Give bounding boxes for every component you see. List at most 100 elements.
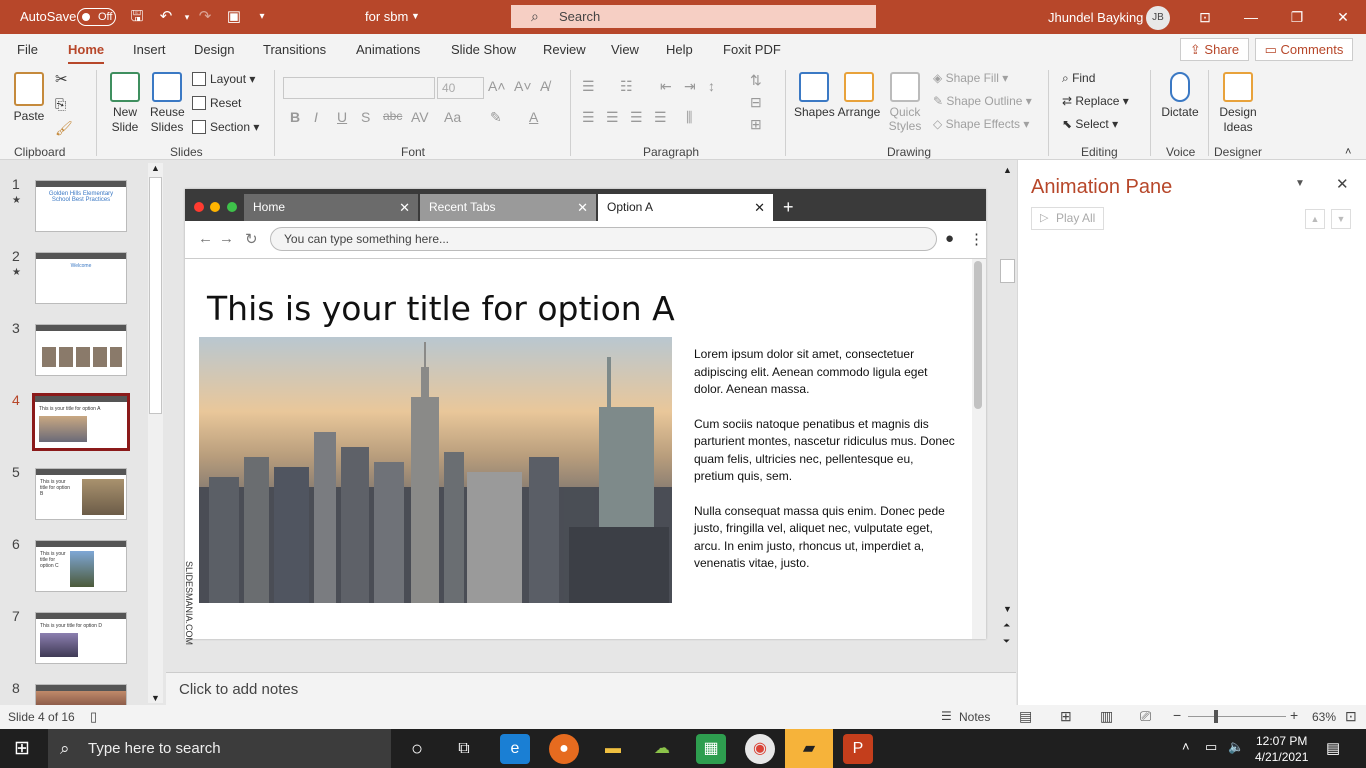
- spreadsheet-app-icon[interactable]: ▦: [696, 734, 726, 764]
- paste-button[interactable]: Paste: [12, 72, 46, 124]
- smartart-icon[interactable]: ⊞: [750, 116, 762, 133]
- next-slide-icon[interactable]: ⏷: [1003, 636, 1010, 647]
- columns-icon[interactable]: ⫼: [686, 109, 692, 126]
- notes-pane[interactable]: Click to add notes: [166, 672, 1016, 705]
- quick-styles-button[interactable]: Quick Styles: [884, 72, 926, 133]
- zoom-level[interactable]: 63%: [1312, 710, 1336, 724]
- section-button[interactable]: Section ▾: [192, 117, 259, 137]
- italic-icon[interactable]: I: [314, 109, 318, 125]
- shape-effects-button[interactable]: ◇ Shape Effects ▾: [933, 114, 1029, 134]
- tab-close-icon[interactable]: ✕: [577, 194, 588, 221]
- change-case-icon[interactable]: Aa: [444, 109, 461, 125]
- slide-canvas[interactable]: Home ✕ Recent Tabs ✕ Option A ✕ + ← → ↻ You…: [184, 189, 986, 645]
- notes-icon[interactable]: ☰: [941, 709, 952, 723]
- tab-insert[interactable]: Insert: [133, 42, 166, 57]
- select-button[interactable]: ⬉ Select ▾: [1062, 114, 1118, 134]
- font-color-icon[interactable]: A: [529, 109, 538, 125]
- present-icon[interactable]: ▣: [223, 6, 245, 28]
- tab-file[interactable]: File: [17, 42, 38, 57]
- slideshow-icon[interactable]: ⎚: [1140, 708, 1151, 725]
- align-text-icon[interactable]: ⊟: [750, 94, 762, 111]
- collapse-ribbon-icon[interactable]: ˄: [1345, 142, 1351, 162]
- find-button[interactable]: ⌕ Find: [1062, 68, 1095, 88]
- font-name-input[interactable]: [283, 77, 435, 99]
- replace-button[interactable]: ⇄ Replace ▾: [1062, 91, 1129, 111]
- line-spacing-icon[interactable]: ↕: [708, 78, 715, 94]
- shape-outline-button[interactable]: ✎ Shape Outline ▾: [933, 91, 1032, 111]
- volume-icon[interactable]: 🔈: [1228, 739, 1244, 755]
- browser-tab-recent[interactable]: Recent Tabs ✕: [420, 194, 596, 221]
- sticky-notes-icon[interactable]: ▰: [785, 729, 833, 768]
- scroll-up-icon[interactable]: ▲: [151, 163, 160, 173]
- task-view-icon[interactable]: ⧉: [449, 734, 479, 764]
- slide-thumbnail[interactable]: [35, 324, 127, 376]
- format-painter-icon[interactable]: 🖌: [55, 118, 73, 138]
- dictate-button[interactable]: Dictate: [1158, 72, 1202, 120]
- browser-tab-option-a[interactable]: Option A ✕: [598, 194, 773, 221]
- minimize-icon[interactable]: —: [1228, 0, 1274, 34]
- notification-icon[interactable]: ▤: [1326, 739, 1340, 757]
- slide-thumbnail-active[interactable]: This is your title for option A: [32, 393, 130, 451]
- tab-review[interactable]: Review: [543, 42, 586, 57]
- move-down-icon[interactable]: ▼: [1331, 209, 1351, 229]
- increase-indent-icon[interactable]: ⇥: [684, 78, 696, 95]
- editor-scrollbar[interactable]: ▲ ▼ ⏶ ⏷: [999, 163, 1016, 653]
- close-icon[interactable]: ✕: [1320, 0, 1366, 34]
- fit-to-window-icon[interactable]: ⊡: [1345, 708, 1357, 725]
- normal-view-icon[interactable]: ▤: [1019, 708, 1032, 725]
- comments-button[interactable]: ▭ Comments: [1255, 38, 1353, 61]
- highlight-icon[interactable]: ✎: [490, 109, 502, 126]
- justify-icon[interactable]: ☰: [654, 109, 667, 126]
- powerpoint-icon[interactable]: P: [843, 734, 873, 764]
- strikethrough-icon[interactable]: abc: [383, 109, 402, 123]
- scroll-down-icon[interactable]: ▼: [151, 693, 160, 703]
- new-tab-icon[interactable]: +: [783, 194, 794, 221]
- search-box[interactable]: ⌕ Search: [511, 5, 876, 28]
- bold-icon[interactable]: B: [290, 109, 300, 125]
- customize-qat-icon[interactable]: ▾: [251, 6, 273, 28]
- windows-start-icon[interactable]: ⊞: [14, 737, 30, 760]
- tab-close-icon[interactable]: ✕: [754, 194, 765, 221]
- tab-design[interactable]: Design: [194, 42, 234, 57]
- reading-view-icon[interactable]: ▥: [1100, 708, 1113, 725]
- previous-slide-icon[interactable]: ⏶: [1003, 620, 1010, 631]
- share-button[interactable]: ⇪ Share: [1180, 38, 1249, 61]
- tab-transitions[interactable]: Transitions: [263, 42, 326, 57]
- tab-help[interactable]: Help: [666, 42, 693, 57]
- move-up-icon[interactable]: ▲: [1305, 209, 1325, 229]
- user-name[interactable]: Jhundel Bayking: [1048, 10, 1143, 25]
- taskbar-search[interactable]: ⌕ Type here to search: [48, 729, 391, 768]
- tray-chevron-icon[interactable]: ˄: [1182, 739, 1190, 754]
- arrange-button[interactable]: Arrange: [837, 72, 881, 120]
- tab-close-icon[interactable]: ✕: [399, 194, 410, 221]
- tab-view[interactable]: View: [611, 42, 639, 57]
- scrollbar-thumb[interactable]: [149, 177, 162, 414]
- docname-chevron-icon[interactable]: ▼: [411, 11, 420, 21]
- scroll-down-icon[interactable]: ▼: [1003, 604, 1012, 614]
- autosave-toggle[interactable]: Off: [77, 8, 116, 26]
- text-direction-icon[interactable]: ⇅: [750, 72, 762, 89]
- redo-icon[interactable]: ↷: [194, 6, 216, 28]
- slide-thumbnail[interactable]: This is your title for option D: [35, 612, 127, 664]
- underline-icon[interactable]: U: [337, 109, 347, 125]
- cortana-icon[interactable]: ○: [402, 734, 432, 764]
- reuse-slides-button[interactable]: Reuse Slides: [150, 72, 185, 135]
- layout-button[interactable]: Layout ▾: [192, 69, 255, 89]
- chrome-icon[interactable]: ◉: [745, 734, 775, 764]
- slide-thumbnail[interactable]: This is your title for option B: [35, 468, 127, 520]
- tab-home[interactable]: Home: [68, 42, 105, 65]
- design-ideas-button[interactable]: Design Ideas: [1216, 72, 1260, 135]
- file-explorer-icon[interactable]: ▬: [598, 734, 628, 764]
- slide-thumbnail[interactable]: This is your title for option C: [35, 540, 127, 592]
- pane-options-icon[interactable]: ▼: [1295, 178, 1305, 189]
- city-skyline-image[interactable]: [199, 337, 672, 603]
- align-right-icon[interactable]: ☰: [630, 109, 643, 126]
- increase-font-icon[interactable]: A˄: [488, 78, 506, 94]
- slide-thumbnail[interactable]: Welcome: [35, 252, 127, 304]
- close-pane-icon[interactable]: ✕: [1336, 175, 1349, 193]
- battery-icon[interactable]: ▭: [1205, 739, 1217, 755]
- ribbon-display-options-icon[interactable]: ⊡: [1182, 0, 1228, 34]
- bullets-icon[interactable]: ☰: [582, 78, 595, 95]
- reset-button[interactable]: Reset: [192, 93, 241, 113]
- document-name[interactable]: for sbm: [365, 9, 408, 24]
